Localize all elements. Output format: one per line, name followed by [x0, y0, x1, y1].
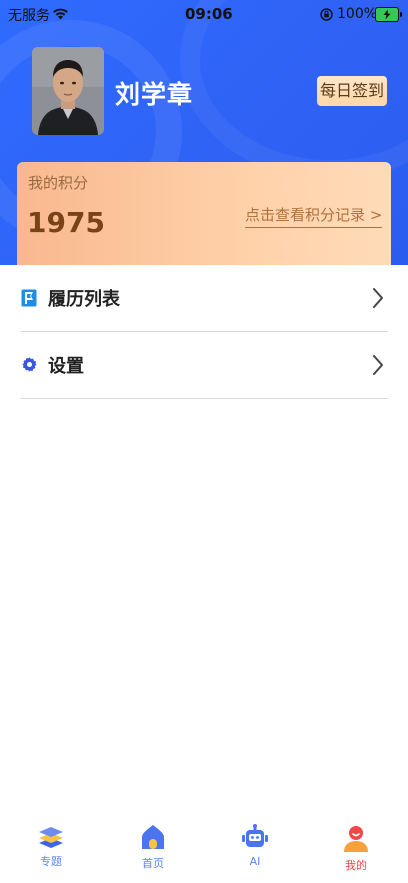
battery-icon: [375, 7, 402, 22]
menu-item-settings[interactable]: 设置: [21, 332, 388, 399]
points-value: 1975: [27, 206, 105, 239]
menu-list: 履历列表 设置: [0, 265, 408, 399]
tab-label: 我的: [345, 859, 367, 872]
menu-item-label: 履历列表: [48, 289, 120, 310]
tab-label: AI: [249, 855, 261, 868]
chevron-right-icon: [372, 287, 384, 313]
tab-label: 首页: [142, 857, 164, 870]
person-icon: [342, 826, 370, 856]
orientation-lock-icon: [320, 7, 333, 25]
chevron-right-icon: [372, 354, 384, 380]
carrier-text: 无服务: [8, 8, 50, 24]
status-bar: 无服务 09:06 100%: [0, 0, 408, 30]
layers-icon: [37, 827, 65, 852]
tab-topics[interactable]: 专题: [21, 824, 81, 869]
bottom-tab-bar: 专题 首页 AI 我的: [0, 820, 408, 883]
tab-label: 专题: [40, 855, 62, 868]
clock-text: 09:06: [185, 5, 233, 23]
battery-percent: 100%: [337, 6, 378, 22]
gear-icon: [21, 356, 38, 377]
avatar[interactable]: [32, 47, 104, 135]
tab-mine[interactable]: 我的: [326, 824, 386, 873]
daily-checkin-button[interactable]: 每日签到: [317, 76, 387, 106]
menu-item-resume-list[interactable]: 履历列表: [21, 265, 388, 332]
home-icon: [139, 825, 167, 854]
wifi-icon: [52, 6, 69, 24]
bookmark-icon: [21, 289, 37, 311]
tab-home[interactable]: 首页: [123, 824, 183, 871]
points-card: 我的积分 1975 点击查看积分记录 >: [17, 162, 391, 272]
tab-ai[interactable]: AI: [225, 824, 285, 868]
menu-item-label: 设置: [48, 356, 84, 377]
robot-icon: [241, 824, 269, 854]
points-history-link[interactable]: 点击查看积分记录 >: [245, 204, 383, 228]
points-label: 我的积分: [28, 174, 89, 192]
user-name: 刘学章: [115, 80, 194, 109]
